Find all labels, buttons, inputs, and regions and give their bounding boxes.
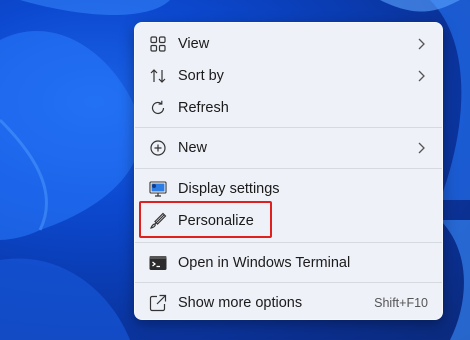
terminal-icon xyxy=(148,253,168,273)
menu-separator xyxy=(135,242,442,243)
menu-item-label: Sort by xyxy=(178,68,224,84)
highlight-box xyxy=(139,201,272,238)
menu-item-label: Refresh xyxy=(178,100,229,116)
display-icon xyxy=(148,179,168,199)
chevron-right-icon xyxy=(414,68,428,84)
menu-separator xyxy=(135,282,442,283)
menu-item-view[interactable]: View xyxy=(139,28,438,60)
grid-icon xyxy=(148,34,168,54)
chevron-right-icon xyxy=(414,140,428,156)
menu-item-label: Display settings xyxy=(178,181,280,197)
menu-item-label: View xyxy=(178,36,210,52)
share-icon xyxy=(148,293,168,313)
menu-item-label: Open in Windows Terminal xyxy=(178,255,351,271)
plus-circle-icon xyxy=(148,138,168,158)
keyboard-shortcut: Shift+F10 xyxy=(374,296,428,310)
menu-item-new[interactable]: New xyxy=(139,132,438,164)
refresh-icon xyxy=(148,98,168,118)
menu-item-label: Show more options xyxy=(178,295,303,311)
chevron-right-icon xyxy=(414,36,428,52)
menu-item-open-terminal[interactable]: Open in Windows Terminal xyxy=(139,247,438,279)
menu-item-show-more-options[interactable]: Show more options Shift+F10 xyxy=(139,287,438,319)
sort-icon xyxy=(148,66,168,86)
menu-separator xyxy=(135,127,442,128)
menu-item-label: New xyxy=(178,140,208,156)
menu-item-refresh[interactable]: Refresh xyxy=(139,92,438,124)
menu-item-sort-by[interactable]: Sort by xyxy=(139,60,438,92)
menu-separator xyxy=(135,168,442,169)
desktop-context-menu: View Sort by Refresh New Display setting… xyxy=(134,22,443,320)
